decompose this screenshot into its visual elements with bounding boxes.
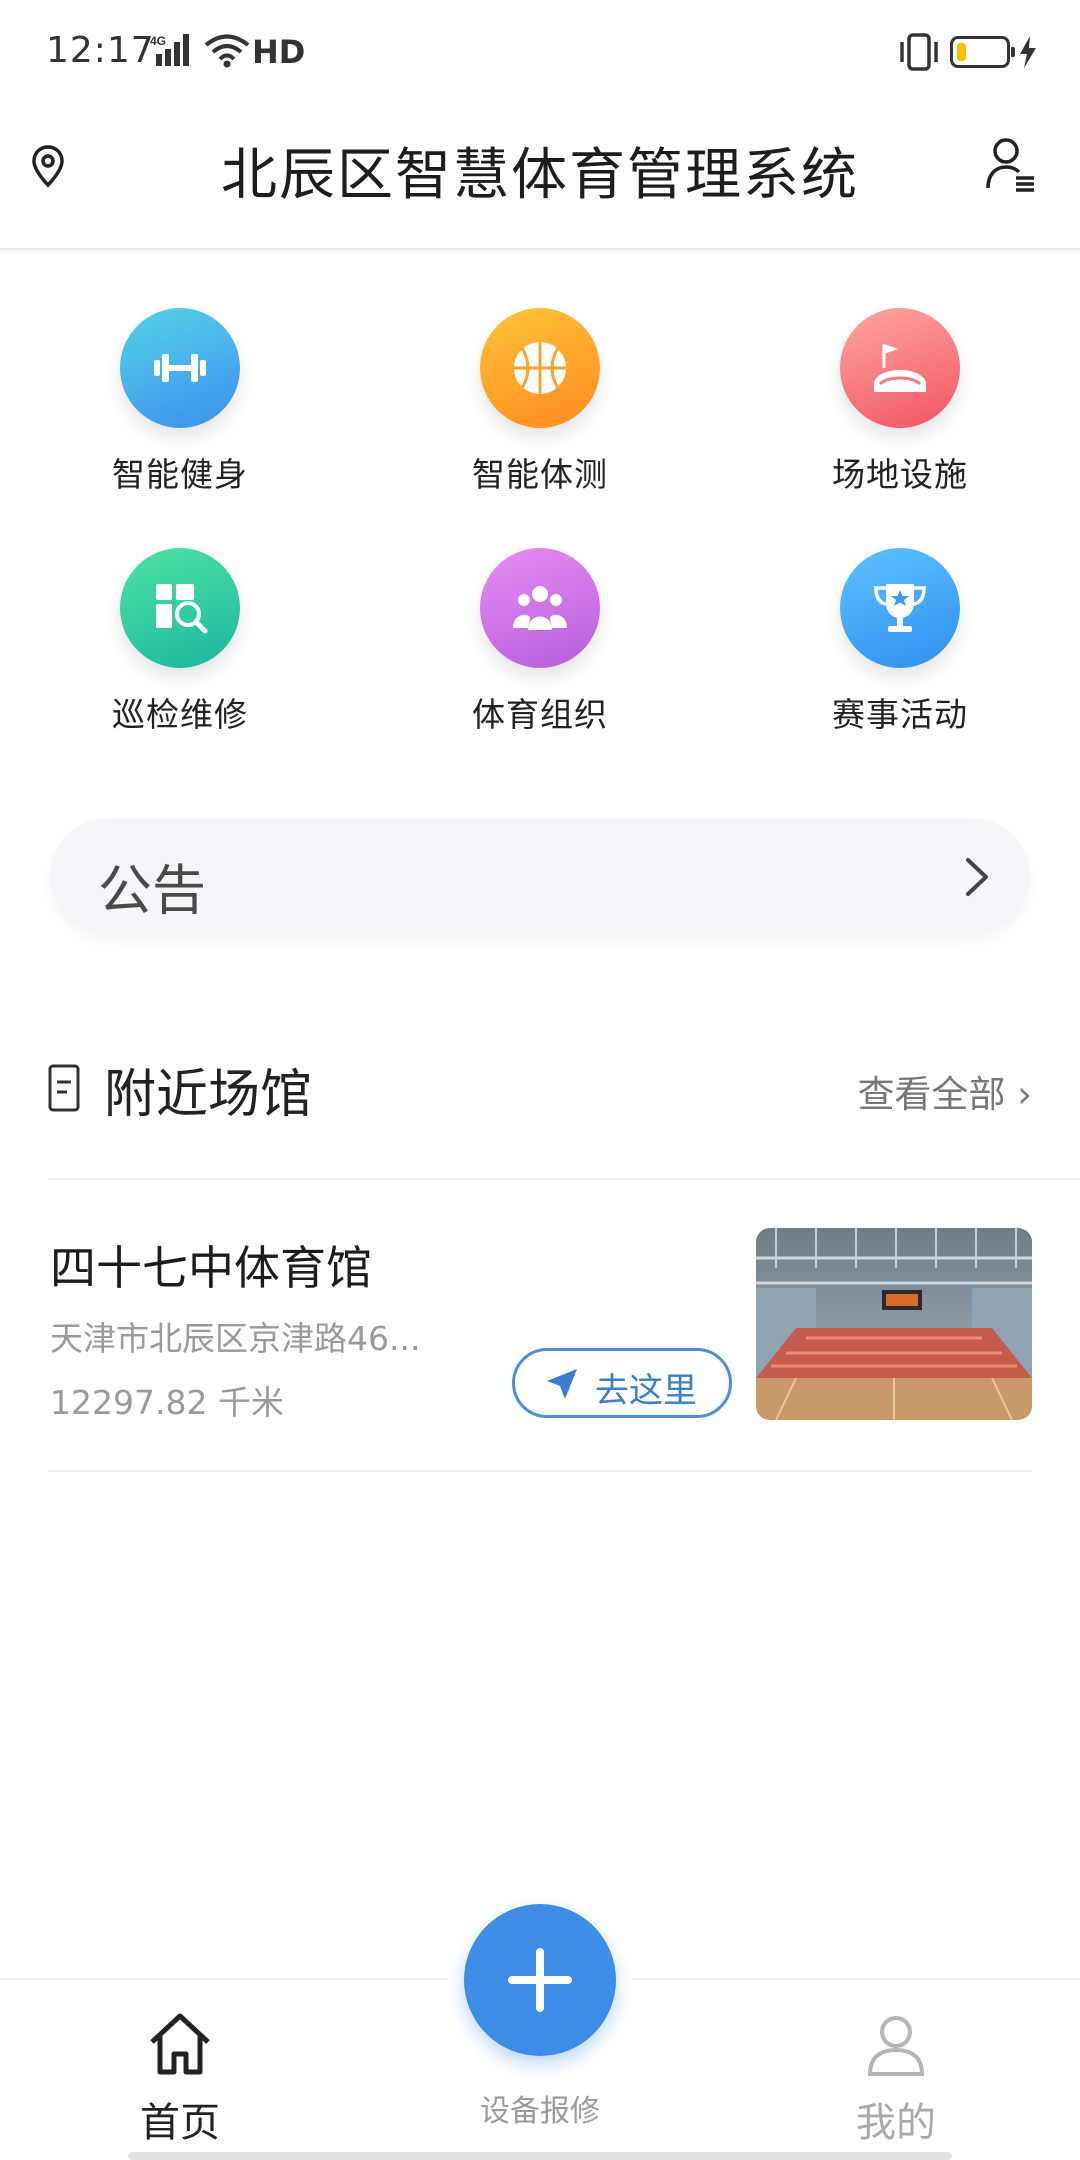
feature-label: 赛事活动 [832,695,968,734]
feature-smart-test[interactable]: 智能体测 [430,308,650,508]
feature-label: 场地设施 [832,455,968,494]
feature-icon-bg [840,308,960,428]
notice-bar[interactable]: 公告 [50,818,1030,936]
venue-address: 天津市北辰区京津路46... [50,1319,421,1358]
feature-venue-facilities[interactable]: 场地设施 [790,308,1010,508]
wifi-icon [204,34,250,68]
app-header: 北辰区智慧体育管理系统 [0,110,1080,250]
feature-icon-bg [120,548,240,668]
navigate-label: 去这里 [595,1371,697,1411]
feature-label: 智能健身 [112,455,248,494]
feature-label: 体育组织 [472,695,608,734]
section-title: 附近场馆 [104,1065,313,1125]
battery-level [957,43,966,61]
chevron-right-icon [966,858,988,896]
charging-icon [1020,36,1036,68]
feature-icon-bg [840,548,960,668]
navigation-arrow-icon [547,1369,577,1399]
trophy-icon [874,584,926,632]
feature-sports-organization[interactable]: 体育组织 [430,548,650,748]
feature-inspection-repair[interactable]: 巡检维修 [70,548,290,748]
vibrate-icon [900,33,938,71]
nav-home[interactable]: 首页 [80,1980,280,2160]
navigate-button[interactable]: 去这里 [512,1348,732,1418]
home-indicator [128,2152,952,2160]
venue-name: 四十七中体育馆 [50,1241,372,1295]
report-repair-button[interactable] [464,1904,616,2056]
status-time: 12:17 [46,30,155,71]
divider [48,1470,1032,1472]
basketball-icon [514,342,566,394]
home-icon [150,2013,210,2075]
view-all-link[interactable]: 查看全部 › [857,1064,1032,1118]
user-list-icon[interactable] [984,136,1036,192]
battery-icon [950,36,1015,68]
feature-icon-bg [480,308,600,428]
plus-icon [508,1948,572,2012]
inspection-search-icon [156,584,208,634]
feature-smart-fitness[interactable]: 智能健身 [70,308,290,508]
group-people-icon [513,586,567,630]
document-icon [48,1064,80,1112]
venue-photo [756,1228,1032,1420]
divider [48,1178,1080,1180]
network-type-label: 4G [150,34,166,48]
user-icon [867,2016,925,2076]
notice-label: 公告 [98,859,206,922]
feature-events[interactable]: 赛事活动 [790,548,1010,748]
venue-distance: 12297.82 千米 [50,1383,284,1422]
nav-home-label: 首页 [140,2100,220,2146]
status-bar: 12:17 4G HD [0,0,1080,110]
cellular-signal-icon: 4G [150,34,189,66]
feature-label: 智能体测 [472,455,608,494]
nav-mine-label: 我的 [856,2100,936,2146]
stadium-flag-icon [874,344,926,392]
nav-mine[interactable]: 我的 [796,1980,996,2160]
report-repair-label: 设备报修 [480,2094,600,2129]
dumbbell-icon [154,354,206,382]
feature-icon-bg [120,308,240,428]
page-title: 北辰区智慧体育管理系统 [221,143,859,208]
feature-label: 巡检维修 [112,695,248,734]
feature-icon-bg [480,548,600,668]
hd-indicator: HD [252,33,306,71]
